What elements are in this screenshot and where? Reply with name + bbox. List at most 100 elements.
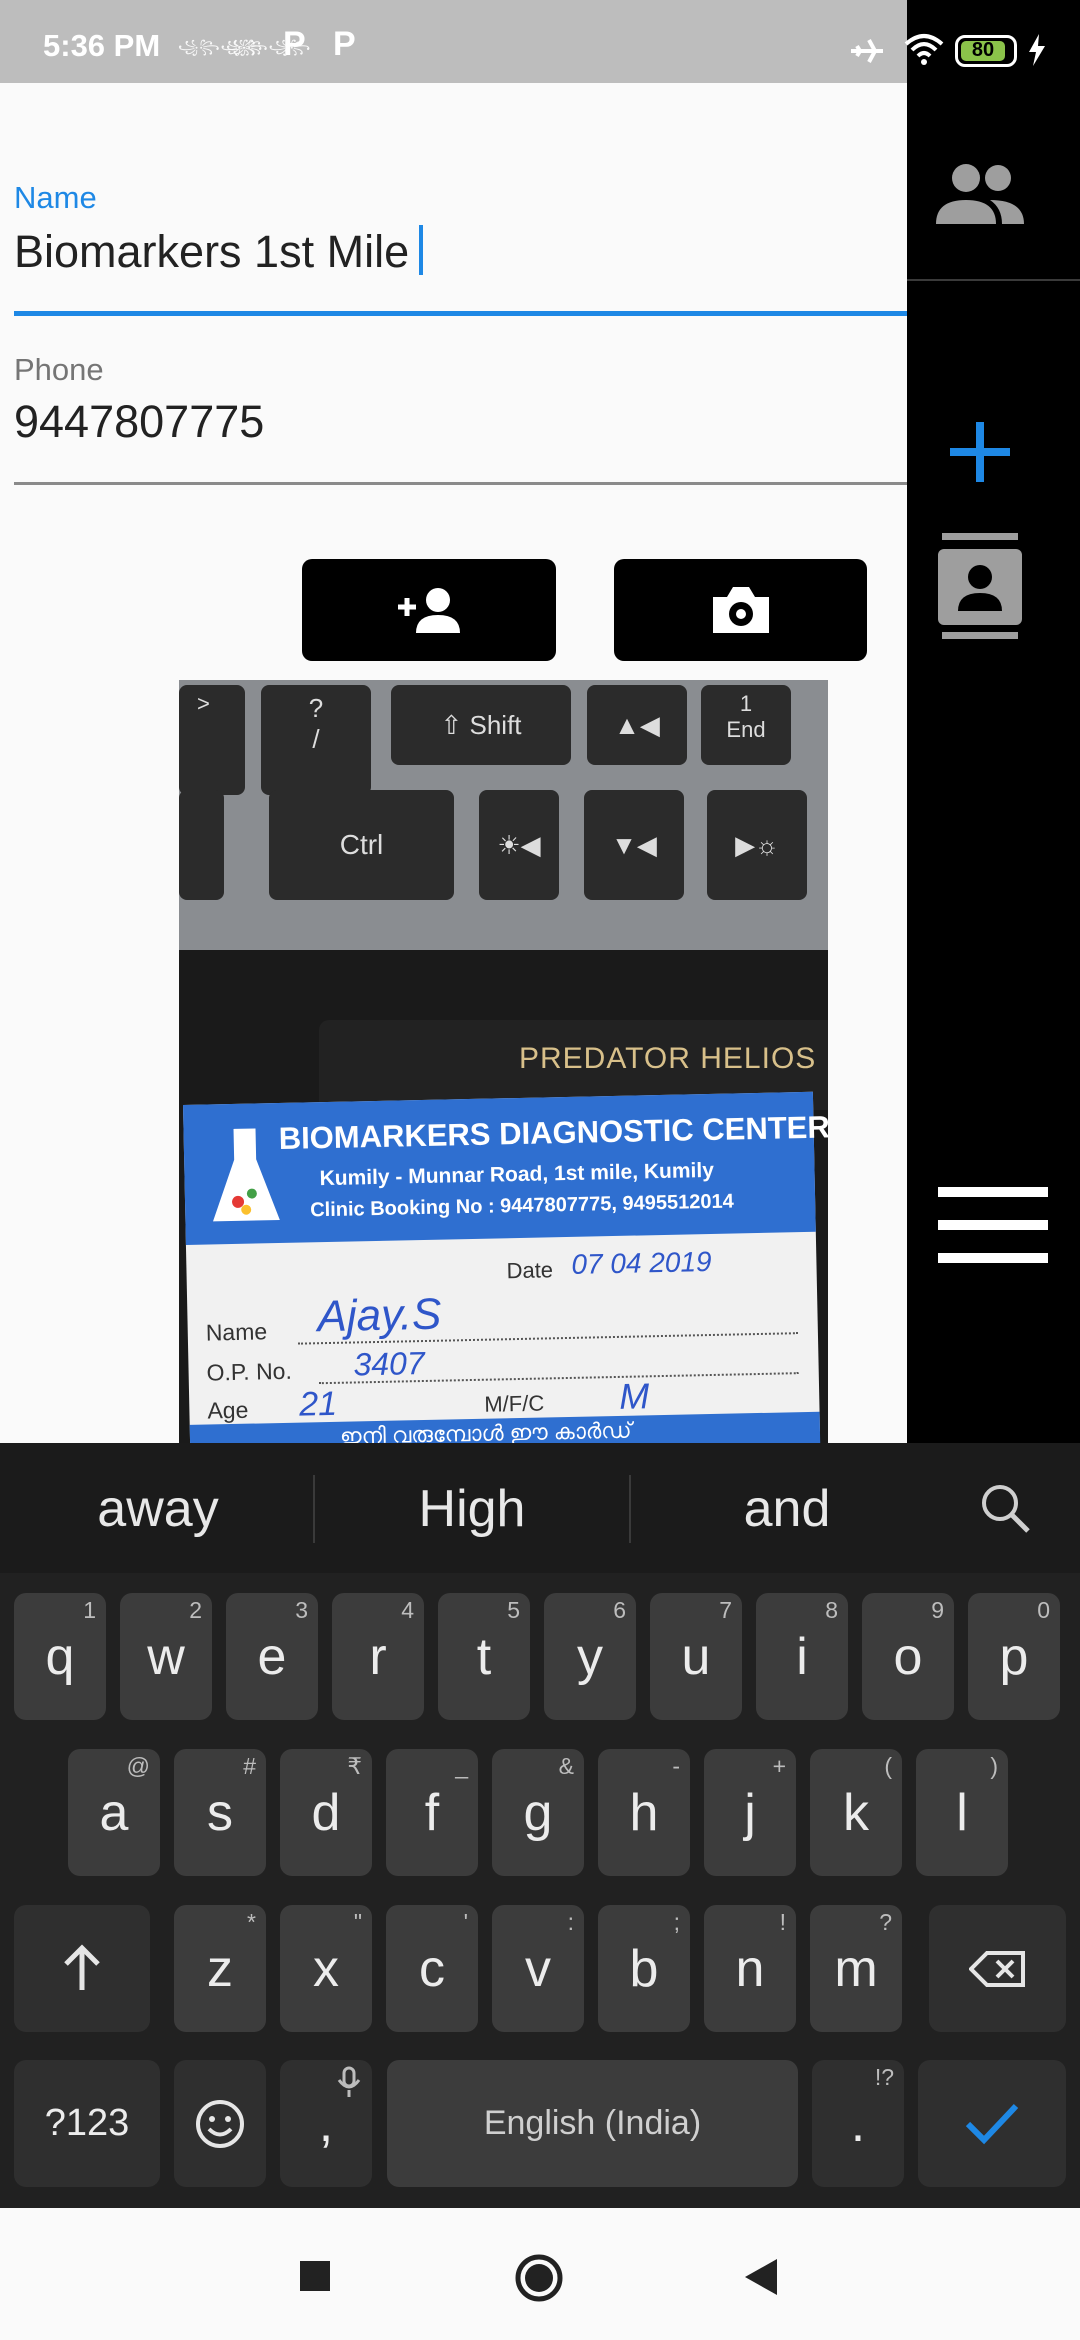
key-w[interactable]: w2 [120, 1593, 212, 1720]
key-f[interactable]: f _ [386, 1749, 478, 1876]
key-hint: 3 [295, 1597, 308, 1623]
key-hint: 9 [931, 1597, 944, 1623]
key-k[interactable]: k( [810, 1749, 902, 1876]
key-g[interactable]: g & [492, 1749, 584, 1876]
key-m[interactable]: m? [810, 1905, 902, 2032]
key-j[interactable]: j + [704, 1749, 796, 1876]
key-o[interactable]: o9 [862, 1593, 954, 1720]
key-v[interactable]: v: [492, 1905, 584, 2032]
key-hint: _ [455, 1753, 468, 1779]
key-e[interactable]: e3 [226, 1593, 318, 1720]
text-cursor [419, 225, 424, 275]
soft-keyboard: away High and ?123 , English (India) . !… [0, 1443, 1080, 2208]
photo-key: ? / [261, 685, 371, 795]
card-op-label: O.P. No. [206, 1357, 293, 1386]
backspace-icon [968, 1950, 1025, 1987]
contact-photo: > ? / ⇧ Shift ▲◀ 1 End Ctrl ☀◀ ▼◀ ▶☼ PREDA… [179, 680, 828, 1443]
key-l[interactable]: l) [916, 1749, 1008, 1876]
key-t[interactable]: t5 [438, 1593, 530, 1720]
recents-icon[interactable] [300, 2261, 330, 2291]
back-icon[interactable] [743, 2257, 779, 2297]
key-d[interactable]: d ₹ [280, 1749, 372, 1876]
card-age-value: 21 [298, 1384, 338, 1424]
key-c[interactable]: c ' [386, 1905, 478, 2032]
key-label: v [525, 1939, 551, 1998]
camera-icon [712, 587, 769, 633]
contact-card-icon[interactable] [936, 533, 1024, 639]
camera-button[interactable] [614, 559, 867, 661]
period-key-label: . [850, 2094, 866, 2153]
key-label: p [999, 1627, 1029, 1686]
key-hint: 8 [825, 1597, 838, 1623]
key-y[interactable]: y6 [544, 1593, 636, 1720]
key-p[interactable]: p0 [968, 1593, 1060, 1720]
symbols-key[interactable]: ?123 [14, 2060, 160, 2187]
key-b[interactable]: b; [598, 1905, 690, 2032]
checkmark-icon [965, 2103, 1019, 2144]
key-label: k [843, 1783, 869, 1842]
key-label: d [311, 1783, 341, 1842]
comma-key[interactable]: , [280, 2060, 372, 2187]
phone-label: Phone [14, 352, 104, 387]
menu-icon[interactable] [938, 1187, 1048, 1263]
card-op-value: 3407 [353, 1345, 426, 1383]
period-key[interactable]: . !? [812, 2060, 904, 2187]
wifi-icon [904, 34, 944, 65]
key-hint: # [243, 1753, 256, 1779]
contacts-group-icon[interactable] [932, 160, 1028, 228]
key-hint: 6 [613, 1597, 626, 1623]
name-input[interactable]: Biomarkers 1st Mile [14, 225, 424, 278]
add-icon[interactable] [948, 420, 1012, 484]
home-icon[interactable] [514, 2253, 564, 2303]
suggestion-3[interactable]: and [637, 1479, 937, 1539]
search-icon[interactable] [978, 1481, 1032, 1535]
key-label: j [744, 1783, 756, 1842]
key-hint: * [247, 1909, 256, 1935]
shift-key[interactable] [14, 1905, 150, 2032]
battery-level: 80 [971, 39, 995, 61]
key-label: n [735, 1939, 765, 1998]
key-n[interactable]: n! [704, 1905, 796, 2032]
card-date-value: 07 04 2019 [571, 1245, 712, 1280]
photo-key-label: / [312, 724, 320, 754]
key-s[interactable]: s # [174, 1749, 266, 1876]
airplane-mode-icon [851, 39, 883, 63]
key-a[interactable]: a @ [68, 1749, 160, 1876]
key-r[interactable]: r4 [332, 1593, 424, 1720]
emoji-key[interactable] [174, 2060, 266, 2187]
add-contact-button[interactable] [302, 559, 556, 661]
key-i[interactable]: i8 [756, 1593, 848, 1720]
key-hint: ; [673, 1909, 680, 1935]
photo-key-label: ? [308, 693, 324, 723]
enter-key[interactable] [918, 2060, 1066, 2187]
key-z[interactable]: z * [174, 1905, 266, 2032]
suggestion-1[interactable]: away [8, 1479, 308, 1539]
space-key[interactable]: English (India) [387, 2060, 798, 2187]
status-time: 5:36 PM [43, 28, 161, 63]
parking-icon: P [333, 25, 356, 63]
key-x[interactable]: x " [280, 1905, 372, 2032]
backspace-key[interactable] [929, 1905, 1066, 2032]
photo-business-card: BIOMARKERS DIAGNOSTIC CENTER Kumily - Mu… [183, 1091, 828, 1443]
comma-key-label: , [318, 2094, 334, 2153]
phone-input[interactable]: 9447807775 [14, 396, 264, 448]
key-label: s [207, 1783, 233, 1842]
key-label: o [893, 1627, 923, 1686]
key-hint: @ [126, 1753, 150, 1779]
key-hint: 2 [189, 1597, 202, 1623]
photo-key: ⇧ Shift [391, 685, 571, 765]
photo-key [179, 790, 224, 900]
key-hint: 7 [719, 1597, 732, 1623]
key-hint: ) [990, 1753, 998, 1779]
key-hint: ! [779, 1909, 786, 1935]
card-mfc-label: M/F/C [484, 1390, 545, 1417]
key-label: u [681, 1627, 711, 1686]
key-label: r [369, 1627, 387, 1686]
suggestion-2[interactable]: High [322, 1479, 622, 1539]
key-label: b [629, 1939, 659, 1998]
key-q[interactable]: q1 [14, 1593, 106, 1720]
key-u[interactable]: u7 [650, 1593, 742, 1720]
key-hint: 4 [401, 1597, 414, 1623]
key-h[interactable]: h- [598, 1749, 690, 1876]
photo-key-label: Shift [469, 710, 522, 740]
